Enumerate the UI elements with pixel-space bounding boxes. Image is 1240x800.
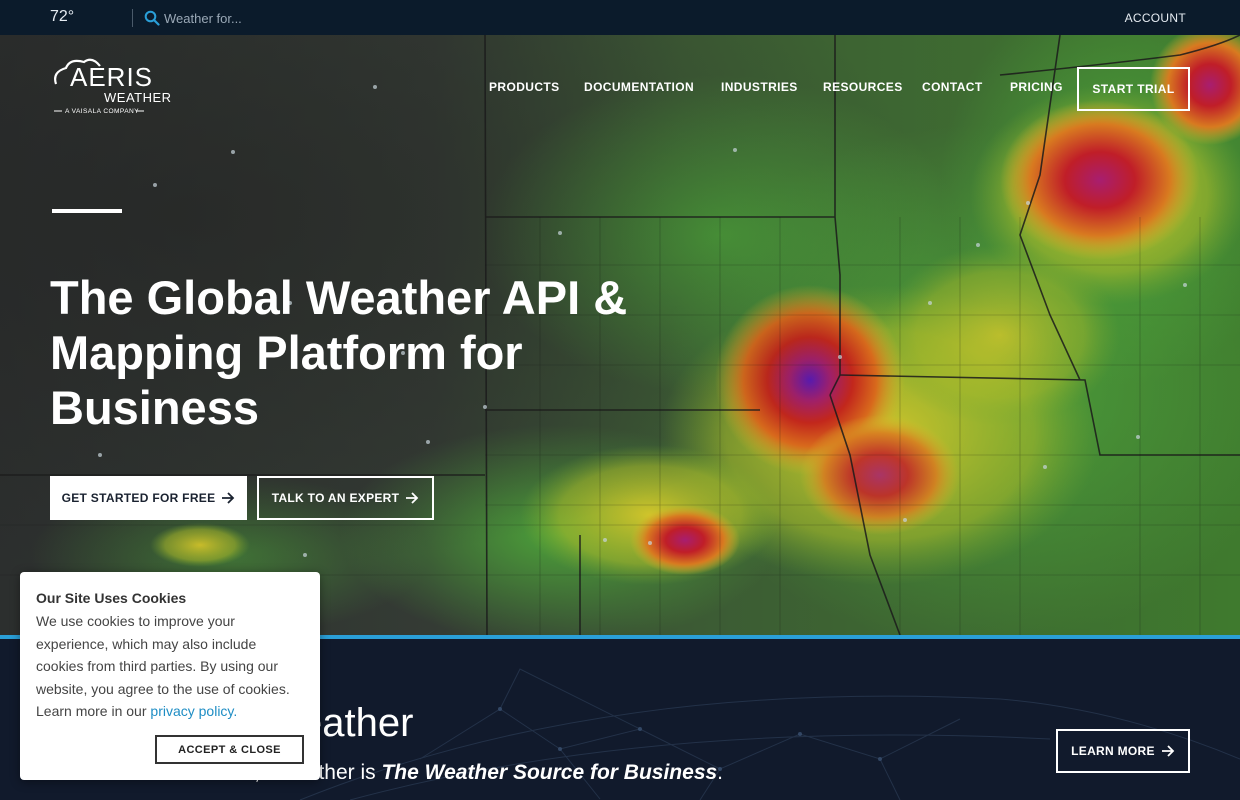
- arrow-right-icon: [406, 492, 419, 504]
- arrow-right-icon: [1161, 745, 1175, 757]
- nav-item-products[interactable]: PRODUCTS: [489, 80, 560, 94]
- nav-item-contact[interactable]: CONTACT: [922, 80, 983, 94]
- talk-to-expert-label: TALK TO AN EXPERT: [271, 491, 400, 505]
- account-link[interactable]: ACCOUNT: [1125, 11, 1186, 25]
- cookie-consent-banner: Our Site Uses Cookies We use cookies to …: [20, 572, 320, 780]
- privacy-policy-period: .: [233, 703, 238, 719]
- svg-text:AERIS: AERIS: [70, 62, 153, 92]
- hero-title: The Global Weather API & Mapping Platfor…: [50, 271, 628, 434]
- svg-text:A VAISALA COMPANY: A VAISALA COMPANY: [65, 108, 139, 115]
- aeris-weather-logo[interactable]: AERIS WEATHER A VAISALA COMPANY: [50, 58, 180, 116]
- topbar-divider: [132, 9, 133, 27]
- top-utility-bar: 72° ACCOUNT: [0, 0, 1240, 35]
- nav-item-documentation[interactable]: DOCUMENTATION: [584, 80, 694, 94]
- learn-more-label: LEARN MORE: [1071, 744, 1155, 758]
- arrow-right-icon: [222, 492, 235, 504]
- cookie-title: Our Site Uses Cookies: [36, 590, 187, 606]
- subtitle-suffix: .: [717, 761, 724, 784]
- nav-item-resources[interactable]: RESOURCES: [823, 80, 903, 94]
- learn-more-button[interactable]: LEARN MORE: [1056, 729, 1190, 773]
- svg-text:WEATHER: WEATHER: [104, 90, 172, 105]
- cookie-message: We use cookies to improve your experienc…: [36, 610, 304, 723]
- start-trial-button[interactable]: START TRIAL: [1077, 67, 1190, 111]
- weather-search-input[interactable]: [160, 7, 420, 29]
- talk-to-expert-button[interactable]: TALK TO AN EXPERT: [257, 476, 434, 520]
- search-icon[interactable]: [144, 10, 160, 26]
- subtitle-emphasis: The Weather Source for Business: [381, 761, 718, 784]
- nav-item-pricing[interactable]: PRICING: [1010, 80, 1063, 94]
- nav-item-industries[interactable]: INDUSTRIES: [721, 80, 798, 94]
- privacy-policy-link[interactable]: privacy policy: [150, 703, 233, 719]
- hero-accent-bar: [52, 209, 122, 213]
- current-temperature[interactable]: 72°: [50, 8, 74, 26]
- accept-cookies-button[interactable]: ACCEPT & CLOSE: [155, 735, 304, 764]
- get-started-button[interactable]: GET STARTED FOR FREE: [50, 476, 247, 520]
- get-started-label: GET STARTED FOR FREE: [61, 491, 216, 505]
